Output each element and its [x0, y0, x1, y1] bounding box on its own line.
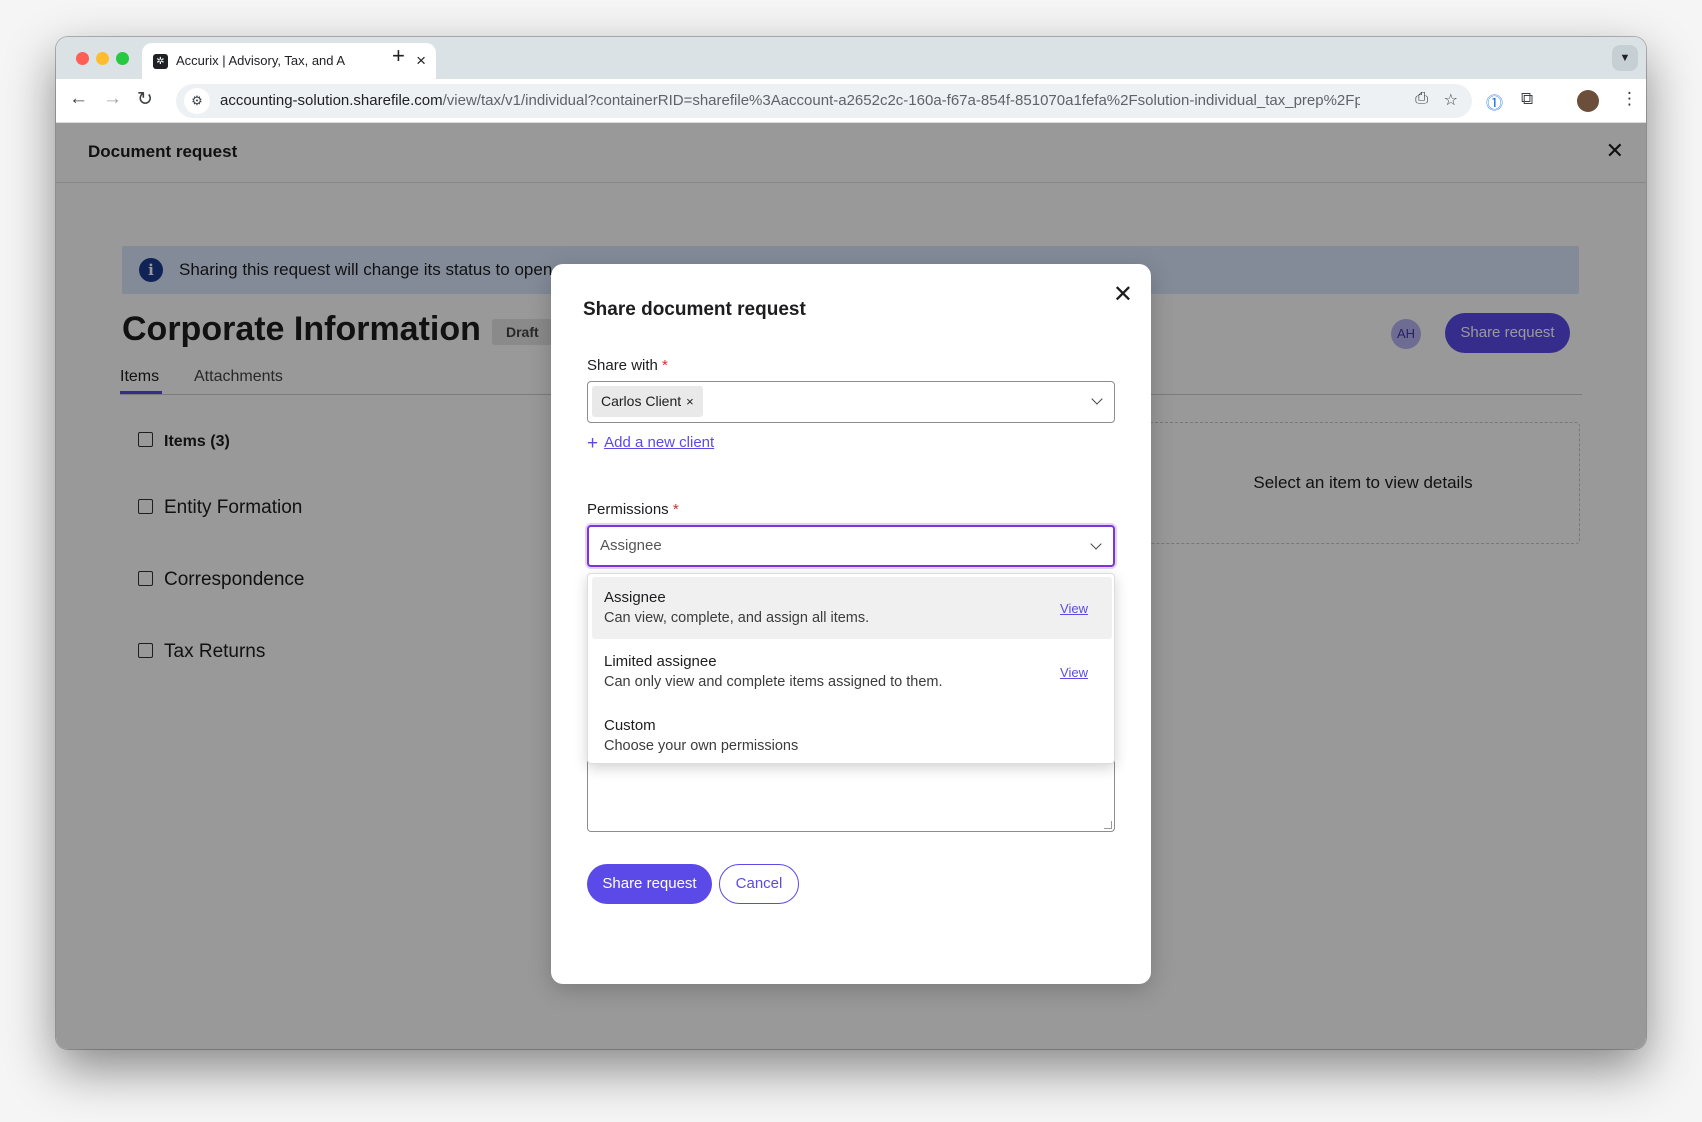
app-page: Document request ✕ i Sharing this reques… — [56, 123, 1646, 1049]
forward-arrow-icon[interactable]: → — [103, 88, 122, 110]
extensions-puzzle-icon[interactable]: ⧉ — [1521, 89, 1533, 109]
tab-close-icon[interactable]: × — [416, 51, 426, 71]
remove-chip-icon[interactable]: × — [686, 394, 694, 409]
chevron-down-icon[interactable] — [1090, 538, 1102, 550]
tab-search-chevron-icon[interactable]: ▼ — [1612, 45, 1638, 71]
new-tab-button[interactable]: + — [392, 43, 405, 69]
view-permissions-link[interactable]: View — [1060, 601, 1088, 616]
bookmark-star-icon[interactable]: ☆ — [1444, 90, 1458, 110]
client-chip: Carlos Client × — [592, 386, 703, 417]
reload-icon[interactable]: ↻ — [137, 88, 153, 111]
option-description: Choose your own permissions — [604, 738, 799, 754]
browser-tab-strip: ✲ Accurix | Advisory, Tax, and A × + ▼ — [56, 37, 1646, 79]
option-label: Assignee — [604, 589, 666, 606]
close-window-button[interactable] — [76, 52, 89, 65]
permission-option-assignee[interactable]: Assignee Can view, complete, and assign … — [592, 577, 1112, 639]
option-label: Custom — [604, 717, 656, 734]
browser-toolbar: ← → ↻ ⚙ accounting-solution.sharefile.co… — [56, 79, 1646, 123]
share-with-label: Share with * — [587, 357, 668, 374]
permission-option-limited-assignee[interactable]: Limited assignee Can only view and compl… — [592, 641, 1112, 703]
option-description: Can view, complete, and assign all items… — [604, 610, 870, 626]
site-info-icon[interactable]: ⚙ — [184, 88, 210, 114]
permissions-value: Assignee — [600, 537, 662, 554]
client-chip-label: Carlos Client — [601, 393, 682, 409]
site-favicon-icon: ✲ — [153, 54, 168, 69]
share-with-select[interactable]: Carlos Client × — [587, 381, 1115, 423]
resize-handle-icon[interactable] — [1104, 821, 1112, 829]
address-bar[interactable]: ⚙ accounting-solution.sharefile.com/view… — [176, 84, 1472, 118]
url-text[interactable]: accounting-solution.sharefile.com/view/t… — [220, 92, 1360, 109]
required-marker: * — [672, 501, 679, 518]
chevron-down-icon[interactable] — [1091, 393, 1103, 405]
minimize-window-button[interactable] — [96, 52, 109, 65]
option-description: Can only view and complete items assigne… — [604, 674, 943, 690]
back-arrow-icon[interactable]: ← — [69, 88, 88, 110]
share-request-submit-button[interactable]: Share request — [587, 864, 712, 904]
password-manager-extension-icon[interactable]: ⓵ — [1486, 89, 1503, 114]
share-request-dialog: Share document request ✕ Share with * Ca… — [551, 264, 1151, 984]
dialog-title: Share document request — [583, 299, 806, 320]
tab-title: Accurix | Advisory, Tax, and A — [176, 53, 346, 68]
install-app-icon[interactable]: ⎙ — [1415, 90, 1428, 108]
permissions-select[interactable]: Assignee — [587, 525, 1115, 567]
permission-option-custom[interactable]: Custom Choose your own permissions — [592, 705, 1112, 767]
option-label: Limited assignee — [604, 653, 717, 670]
maximize-window-button[interactable] — [116, 52, 129, 65]
view-permissions-link[interactable]: View — [1060, 665, 1088, 680]
required-marker: * — [662, 357, 668, 374]
permissions-label: Permissions * — [587, 501, 679, 518]
profile-avatar[interactable] — [1577, 90, 1599, 112]
add-new-client-link[interactable]: + Add a new client — [587, 433, 714, 455]
permissions-dropdown-menu: Assignee Can view, complete, and assign … — [587, 573, 1115, 764]
browser-menu-icon[interactable]: ⋮ — [1621, 89, 1638, 109]
dialog-close-icon[interactable]: ✕ — [1113, 280, 1133, 309]
browser-window: ✲ Accurix | Advisory, Tax, and A × + ▼ ←… — [56, 37, 1646, 1049]
plus-icon: + — [587, 433, 599, 454]
cancel-button[interactable]: Cancel — [719, 864, 799, 904]
